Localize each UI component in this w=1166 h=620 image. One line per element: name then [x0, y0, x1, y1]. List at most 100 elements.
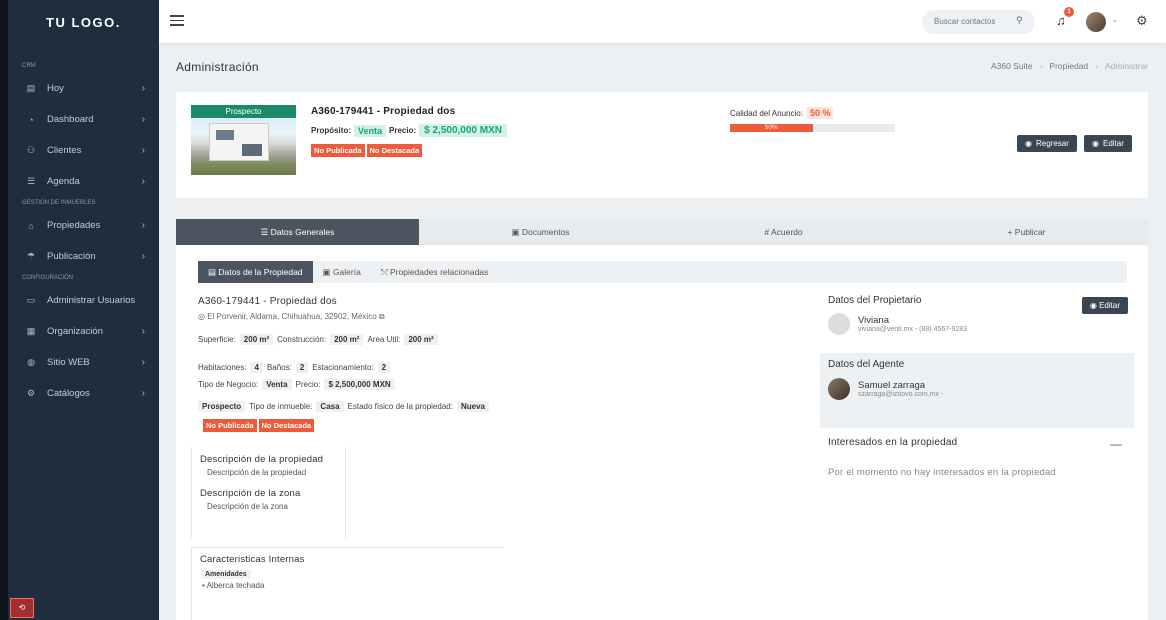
desc-property-title: Descripción de la propiedad — [200, 454, 324, 465]
subtab-galeria[interactable]: ▣ Galería — [313, 261, 371, 283]
sidebar-item-hoy[interactable]: ▤ Hoy › — [8, 73, 159, 104]
sidebar-item-agenda[interactable]: ☰ Agenda › — [8, 166, 159, 197]
banos-value: 2 — [295, 362, 309, 373]
internal-features-box: Caracteristicas Internas Amenidades • Al… — [191, 547, 504, 620]
tab-datos-generales[interactable]: ☰ Datos Generales — [176, 219, 419, 245]
link-icon: ⤲ — [380, 267, 390, 277]
agent-avatar — [828, 378, 850, 400]
collapse-icon[interactable]: — — [1110, 437, 1122, 451]
owner-contact: viviana@venti.mx - (88) 4567-9283 — [858, 326, 968, 333]
purpose-badge: Venta — [354, 124, 387, 137]
avatar[interactable] — [1086, 12, 1106, 32]
sidebar-item-sitio-web[interactable]: ◍ Sitio WEB › — [8, 347, 159, 378]
id-card-icon: ▭ — [26, 295, 36, 305]
owner-edit-button[interactable]: ◉ Editar — [1081, 297, 1128, 314]
sidebar-item-label: Dashboard — [47, 114, 94, 125]
estacionamiento-label: Estacionamiento: — [312, 363, 374, 372]
quality-label: Calidad del Anuncio: — [730, 108, 803, 118]
sidebar-item-organizacion[interactable]: ▦ Organización › — [8, 316, 159, 347]
subtab-datos-propiedad[interactable]: ▤ Datos de la Propiedad — [198, 261, 313, 283]
area-row: Superficie: 200 m² Construcción: 200 m² Ar… — [198, 334, 438, 345]
edit-button[interactable]: ◉ Editar — [1084, 135, 1132, 152]
description-box: Descripción de la propiedad Descripción … — [191, 447, 346, 538]
property-name: A360-179441 - Propiedad dos — [311, 106, 456, 117]
chevron-right-icon: › — [141, 220, 145, 231]
construccion-value: 200 m² — [330, 334, 364, 345]
business-row: Tipo de Negocio: Venta Precio: $ 2,500,000… — [198, 379, 395, 390]
globe-icon: ◍ — [27, 357, 35, 367]
breadcrumb-item[interactable]: A360 Suite — [991, 61, 1033, 71]
status-row: Prospecto Tipo de inmueble: Casa Estado f… — [198, 401, 489, 412]
document-icon: ▣ — [511, 227, 522, 237]
sidebar-item-usuarios[interactable]: ▭ Administrar Usuarios — [8, 285, 159, 316]
tipo-negocio-value: Venta — [262, 379, 292, 390]
search-icon[interactable]: ⚲ — [1016, 15, 1023, 26]
sidebar-item-publicacion[interactable]: ☂ Publicación › — [8, 241, 159, 272]
desc-zone-title: Descripción de la zona — [200, 488, 301, 499]
precio-label: Precio: — [295, 380, 321, 389]
price-label: Precio: — [389, 126, 417, 135]
status-badge: No Publicada — [311, 144, 365, 157]
agent-box: Datos del Agente Samuel zarraga szarraga… — [820, 353, 1134, 428]
chevron-right-icon: › — [141, 357, 145, 368]
topbar: ⚲ ♫ 1 ⌄ ⚙ — [159, 0, 1166, 43]
desc-zone-text: Descripción de la zona — [207, 502, 288, 511]
habitaciones-value: 4 — [250, 362, 263, 373]
owner-card: Viviana viviana@venti.mx - (88) 4567-928… — [828, 313, 967, 335]
sidebar-item-dashboard[interactable]: ◔ Dashboard › — [8, 104, 159, 135]
agent-title: Datos del Agente — [828, 359, 905, 370]
quality-value: 50 % — [806, 107, 834, 119]
chevron-down-icon[interactable]: ⌄ — [1112, 16, 1118, 24]
owner-name: Viviana — [858, 315, 889, 326]
back-button[interactable]: ◉ Regresar — [1017, 135, 1077, 152]
interested-empty-text: Por el momento no hay interesados en la … — [828, 467, 1056, 478]
breadcrumb-item[interactable]: Propiedad — [1049, 61, 1088, 71]
area-label: Area Util: — [367, 335, 401, 344]
content-panel: ▤ Datos de la Propiedad ▣ Galería ⤲ Prop… — [176, 245, 1148, 620]
sidebar-item-label: Sitio WEB — [47, 357, 90, 368]
list-icon: ☰ — [26, 176, 36, 186]
subtab-relacionadas[interactable]: ⤲ Propiedades relacionadas — [371, 261, 498, 283]
section-title-inmuebles: GESTION DE INMUEBLES — [22, 200, 96, 206]
chevron-right-icon: › — [141, 176, 145, 187]
menu-toggle-icon[interactable] — [170, 15, 184, 26]
subtab-label: Galería — [332, 267, 361, 277]
sidebar-item-label: Propiedades — [47, 220, 101, 231]
status-ribbon: Prospecto — [191, 105, 296, 118]
quality-progress-fill: 50% — [730, 124, 813, 132]
page-title: Administración — [176, 60, 259, 74]
sidebar-item-clientes[interactable]: ⚇ Clientes › — [8, 135, 159, 166]
plus-icon: + — [1007, 227, 1015, 237]
tab-documentos[interactable]: ▣ Documentos — [419, 219, 662, 245]
status-badge: No Destacada — [366, 144, 423, 157]
sidebar-item-catalogos[interactable]: ⚙ Catálogos › — [8, 378, 159, 409]
superficie-value: 200 m² — [239, 334, 274, 345]
tab-publicar[interactable]: + Publicar — [905, 219, 1148, 245]
building-icon: ▦ — [26, 326, 36, 336]
right-column: Datos del Propietario ◉ Editar Viviana v… — [820, 291, 1134, 511]
estado-badge: Prospecto — [198, 401, 246, 412]
banos-label: Baños: — [266, 363, 292, 372]
dev-tools-button[interactable]: ⟲ — [10, 598, 34, 618]
sidebar-item-label: Agenda — [47, 176, 80, 187]
gear-icon: ⚙ — [26, 388, 36, 398]
tab-label: Datos Generales — [270, 227, 335, 237]
agent-card: Samuel zarraga szarraga@izoovo.com.mx - — [828, 378, 943, 400]
superficie-label: Superficie: — [198, 335, 236, 344]
sidebar-item-propiedades[interactable]: ⌂ Propiedades › — [8, 210, 159, 241]
chevron-right-icon: › — [141, 114, 145, 125]
home-icon: ⌂ — [28, 220, 34, 231]
external-link-icon[interactable]: ⧉ — [379, 312, 385, 321]
quality-row: Calidad del Anuncio: 50 % — [730, 107, 834, 119]
address-text: El Porvenir, Aldama, Chihuahua, 32902, M… — [207, 312, 377, 321]
calendar-icon: ▤ — [26, 83, 36, 93]
sidebar-item-label: Clientes — [47, 145, 82, 156]
breadcrumb-item: Administrar — [1105, 61, 1148, 71]
breadcrumb: A360 Suite › Propiedad › Administrar — [991, 61, 1148, 71]
settings-icon[interactable]: ⚙ — [1136, 13, 1148, 29]
tab-acuerdo[interactable]: # Acuerdo — [662, 219, 905, 245]
sidebar-item-label: Catálogos — [47, 388, 90, 399]
purpose-price-row: Propósito: Venta Precio: $ 2,500,000 MXN — [311, 124, 507, 137]
status-badge: No Publicada — [203, 419, 257, 432]
quality-progress-bar: 50% — [730, 124, 895, 132]
